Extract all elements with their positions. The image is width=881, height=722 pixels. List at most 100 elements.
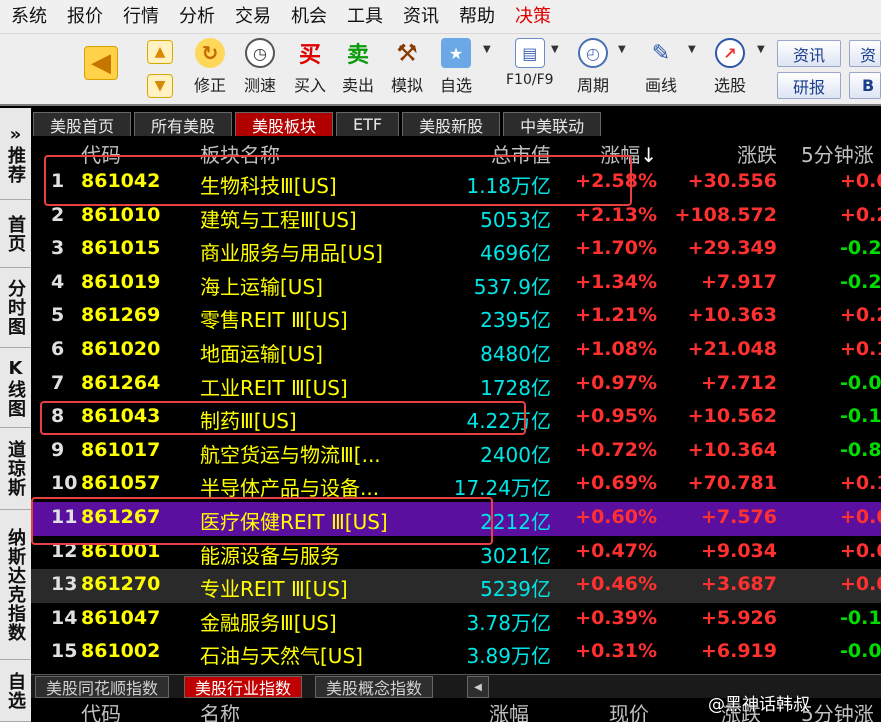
col-header-5min[interactable]: 5分钟涨	[801, 139, 874, 168]
bottom-col-price[interactable]: 现价	[609, 698, 649, 722]
col-header-name[interactable]: 板块名称	[200, 139, 280, 168]
chevron-down-icon[interactable]: ▼	[618, 44, 626, 55]
row-5min-change: -0.2	[840, 270, 881, 293]
table-row[interactable]: 14 861047 金融服务Ⅲ[US] 3.78万亿 +0.39% +5.926 -0.1	[31, 603, 881, 637]
toolbar-label: 卖出	[342, 76, 375, 95]
toolbar-label: 模拟	[391, 76, 424, 95]
toolbar-button-买入[interactable]: 买 买入	[294, 38, 326, 96]
table-row[interactable]: 3 861015 商业服务与用品[US] 4696亿 +1.70% +29.349 -0.2	[31, 233, 881, 267]
col-header-chg[interactable]: 涨跌	[737, 139, 777, 168]
col-header-cap[interactable]: 总市值	[491, 139, 551, 168]
menu-item[interactable]: 工具	[336, 0, 392, 34]
stock-pick-icon: ↗	[715, 38, 745, 68]
sheet-tab-concept-index[interactable]: 美股概念指数	[315, 676, 434, 698]
table-row[interactable]: 15 861002 石油与天然气[US] 3.89万亿 +0.31% +6.919 -0.0	[31, 636, 881, 670]
clock-icon: ◷	[245, 38, 275, 68]
table-row[interactable]: 9 861017 航空货运与物流Ⅲ[... 2400亿 +0.72% +10.364 -0.…	[31, 435, 881, 469]
row-5min-change: +0.0	[840, 539, 881, 562]
row-name: 制药Ⅲ[US]	[200, 409, 297, 434]
toolbar-button-f10[interactable]: ▤ F10/F9	[506, 38, 554, 88]
row-change-pct: +0.69%	[575, 472, 657, 495]
row-index: 2	[51, 203, 65, 226]
left-nav-item[interactable]: 道琼斯	[0, 428, 31, 510]
row-change-pct: +0.46%	[575, 573, 657, 596]
chevron-down-icon[interactable]: ▼	[688, 44, 696, 55]
sheet-tab-ths-index[interactable]: 美股同花顺指数	[35, 676, 170, 698]
left-nav-item[interactable]: »推荐	[0, 108, 31, 200]
b-button[interactable]: B	[849, 72, 881, 99]
menu-bar: 系统 报价 行情 分析 交易 机会 工具 资讯 帮助 决策	[0, 0, 881, 34]
tab-1[interactable]: 所有美股	[134, 112, 233, 136]
bottom-col-name[interactable]: 名称	[200, 698, 240, 722]
page-up-button[interactable]: ▲	[147, 40, 173, 64]
toolbar-button-选股[interactable]: ↗ 选股	[714, 38, 746, 96]
sheet-tab-industry-index[interactable]: 美股行业指数	[184, 676, 303, 698]
table-row[interactable]: 5 861269 零售REIT Ⅲ[US] 2395亿 +1.21% +10.363 +0.…	[31, 300, 881, 334]
tab-2[interactable]: 美股板块	[235, 112, 334, 136]
toolbar-button-自选[interactable]: ★ 自选	[440, 38, 472, 96]
table-row[interactable]: 7 861264 工业REIT Ⅲ[US] 1728亿 +0.97% +7.712 -0.0	[31, 368, 881, 402]
row-name: 半导体产品与设备...	[200, 476, 380, 501]
tab-0[interactable]: 美股首页	[33, 112, 132, 136]
scroll-left-icon[interactable]: ◀	[467, 676, 489, 698]
menu-item[interactable]: 分析	[168, 0, 224, 34]
row-change-pct: +0.39%	[575, 606, 657, 629]
row-name: 生物科技Ⅲ[US]	[200, 174, 337, 198]
toolbar-button-测速[interactable]: ◷ 测速	[244, 38, 276, 96]
table-row[interactable]: 13 861270 专业REIT Ⅲ[US] 5239亿 +0.46% +3.687 +0.…	[31, 569, 881, 603]
row-index: 11	[51, 505, 78, 528]
row-index: 3	[51, 237, 65, 260]
row-market-cap: 4.22万亿	[466, 409, 551, 434]
page-down-button[interactable]: ▼	[147, 74, 173, 98]
chevron-down-icon[interactable]: ▼	[551, 44, 559, 55]
toolbar-button-画线[interactable]: ✎ 画线	[645, 38, 677, 96]
table-row[interactable]: 6 861020 地面运输[US] 8480亿 +1.08% +21.048 +0.1	[31, 334, 881, 368]
color-grid-button[interactable]	[20, 46, 52, 78]
bottom-col-code[interactable]: 代码	[81, 698, 121, 722]
table-row[interactable]: 12861001 能源设备与服务 3021亿 +0.47% +9.034 +0.0	[31, 536, 881, 570]
menu-item[interactable]: 机会	[280, 0, 336, 34]
col-header-pct[interactable]: 涨幅↓	[600, 139, 657, 168]
table-row[interactable]: 10 861057 半导体产品与设备... 17.24万亿 +0.69% +70.781 +…	[31, 468, 881, 502]
menu-item[interactable]: 报价	[56, 0, 112, 34]
bottom-col-pct[interactable]: 涨幅	[489, 698, 529, 722]
tab-4[interactable]: 美股新股	[402, 112, 501, 136]
left-nav-item[interactable]: 纳斯达克指数	[0, 510, 31, 660]
chevron-down-icon[interactable]: ▼	[483, 44, 491, 55]
back-button[interactable]: ◀	[84, 46, 118, 80]
left-nav-item[interactable]: K线图	[0, 348, 31, 428]
col-header-code[interactable]: 代码	[81, 139, 121, 168]
chevron-down-icon[interactable]: ▼	[757, 44, 765, 55]
row-index: 8	[51, 405, 65, 428]
menu-item[interactable]: 系统	[0, 0, 56, 34]
toolbar-button-模拟[interactable]: ⚒ 模拟	[391, 38, 423, 96]
row-name: 医疗保健REIT Ⅲ[US]	[200, 509, 388, 534]
row-change: +3.687	[700, 573, 777, 596]
menu-item[interactable]: 行情	[112, 0, 168, 34]
toolbar-button-周期[interactable]: ◴ 周期	[577, 38, 609, 96]
table-row[interactable]: 2 861010 建筑与工程Ⅲ[US] 5053亿 +2.13% +108.572 +0.2	[31, 200, 881, 234]
menu-item[interactable]: 帮助	[448, 0, 504, 34]
tab-3[interactable]: ETF	[336, 112, 400, 136]
toolbar-label: 测速	[244, 76, 277, 95]
bottom-col-5min[interactable]: 5分钟涨	[801, 698, 874, 722]
tab-5[interactable]: 中美联动	[503, 112, 602, 136]
news-button[interactable]: 资讯	[777, 40, 841, 67]
news-button-2[interactable]: 资	[849, 40, 881, 67]
table-row[interactable]: 8 861043 制药Ⅲ[US] 4.22万亿 +0.95% +10.562 -0.1	[31, 401, 881, 435]
row-name: 零售REIT Ⅲ[US]	[200, 308, 348, 333]
table-row[interactable]: 1 861042 生物科技Ⅲ[US] 1.18万亿 +2.58% +30.556 +0.0	[31, 166, 881, 200]
table-row[interactable]: 11 861267 医疗保健REIT Ⅲ[US] 2212亿 +0.60% +7.576 +…	[31, 501, 881, 536]
menu-item[interactable]: 决策	[504, 0, 560, 34]
menu-item[interactable]: 交易	[224, 0, 280, 34]
research-button[interactable]: 研报	[777, 72, 841, 99]
toolbar-button-修正[interactable]: ↻ 修正	[194, 38, 226, 96]
left-nav-item[interactable]: 自选	[0, 660, 31, 722]
table-row[interactable]: 4 861019 海上运输[US] 537.9亿 +1.34% +7.917 -0.2	[31, 267, 881, 301]
toolbar-button-卖出[interactable]: 卖 卖出	[342, 38, 374, 96]
menu-item[interactable]: 资讯	[392, 0, 448, 34]
left-nav-item[interactable]: 分时图	[0, 268, 31, 348]
row-change: +6.919	[700, 640, 777, 663]
row-code: 861010	[81, 203, 161, 226]
left-nav-item[interactable]: 首页	[0, 200, 31, 268]
